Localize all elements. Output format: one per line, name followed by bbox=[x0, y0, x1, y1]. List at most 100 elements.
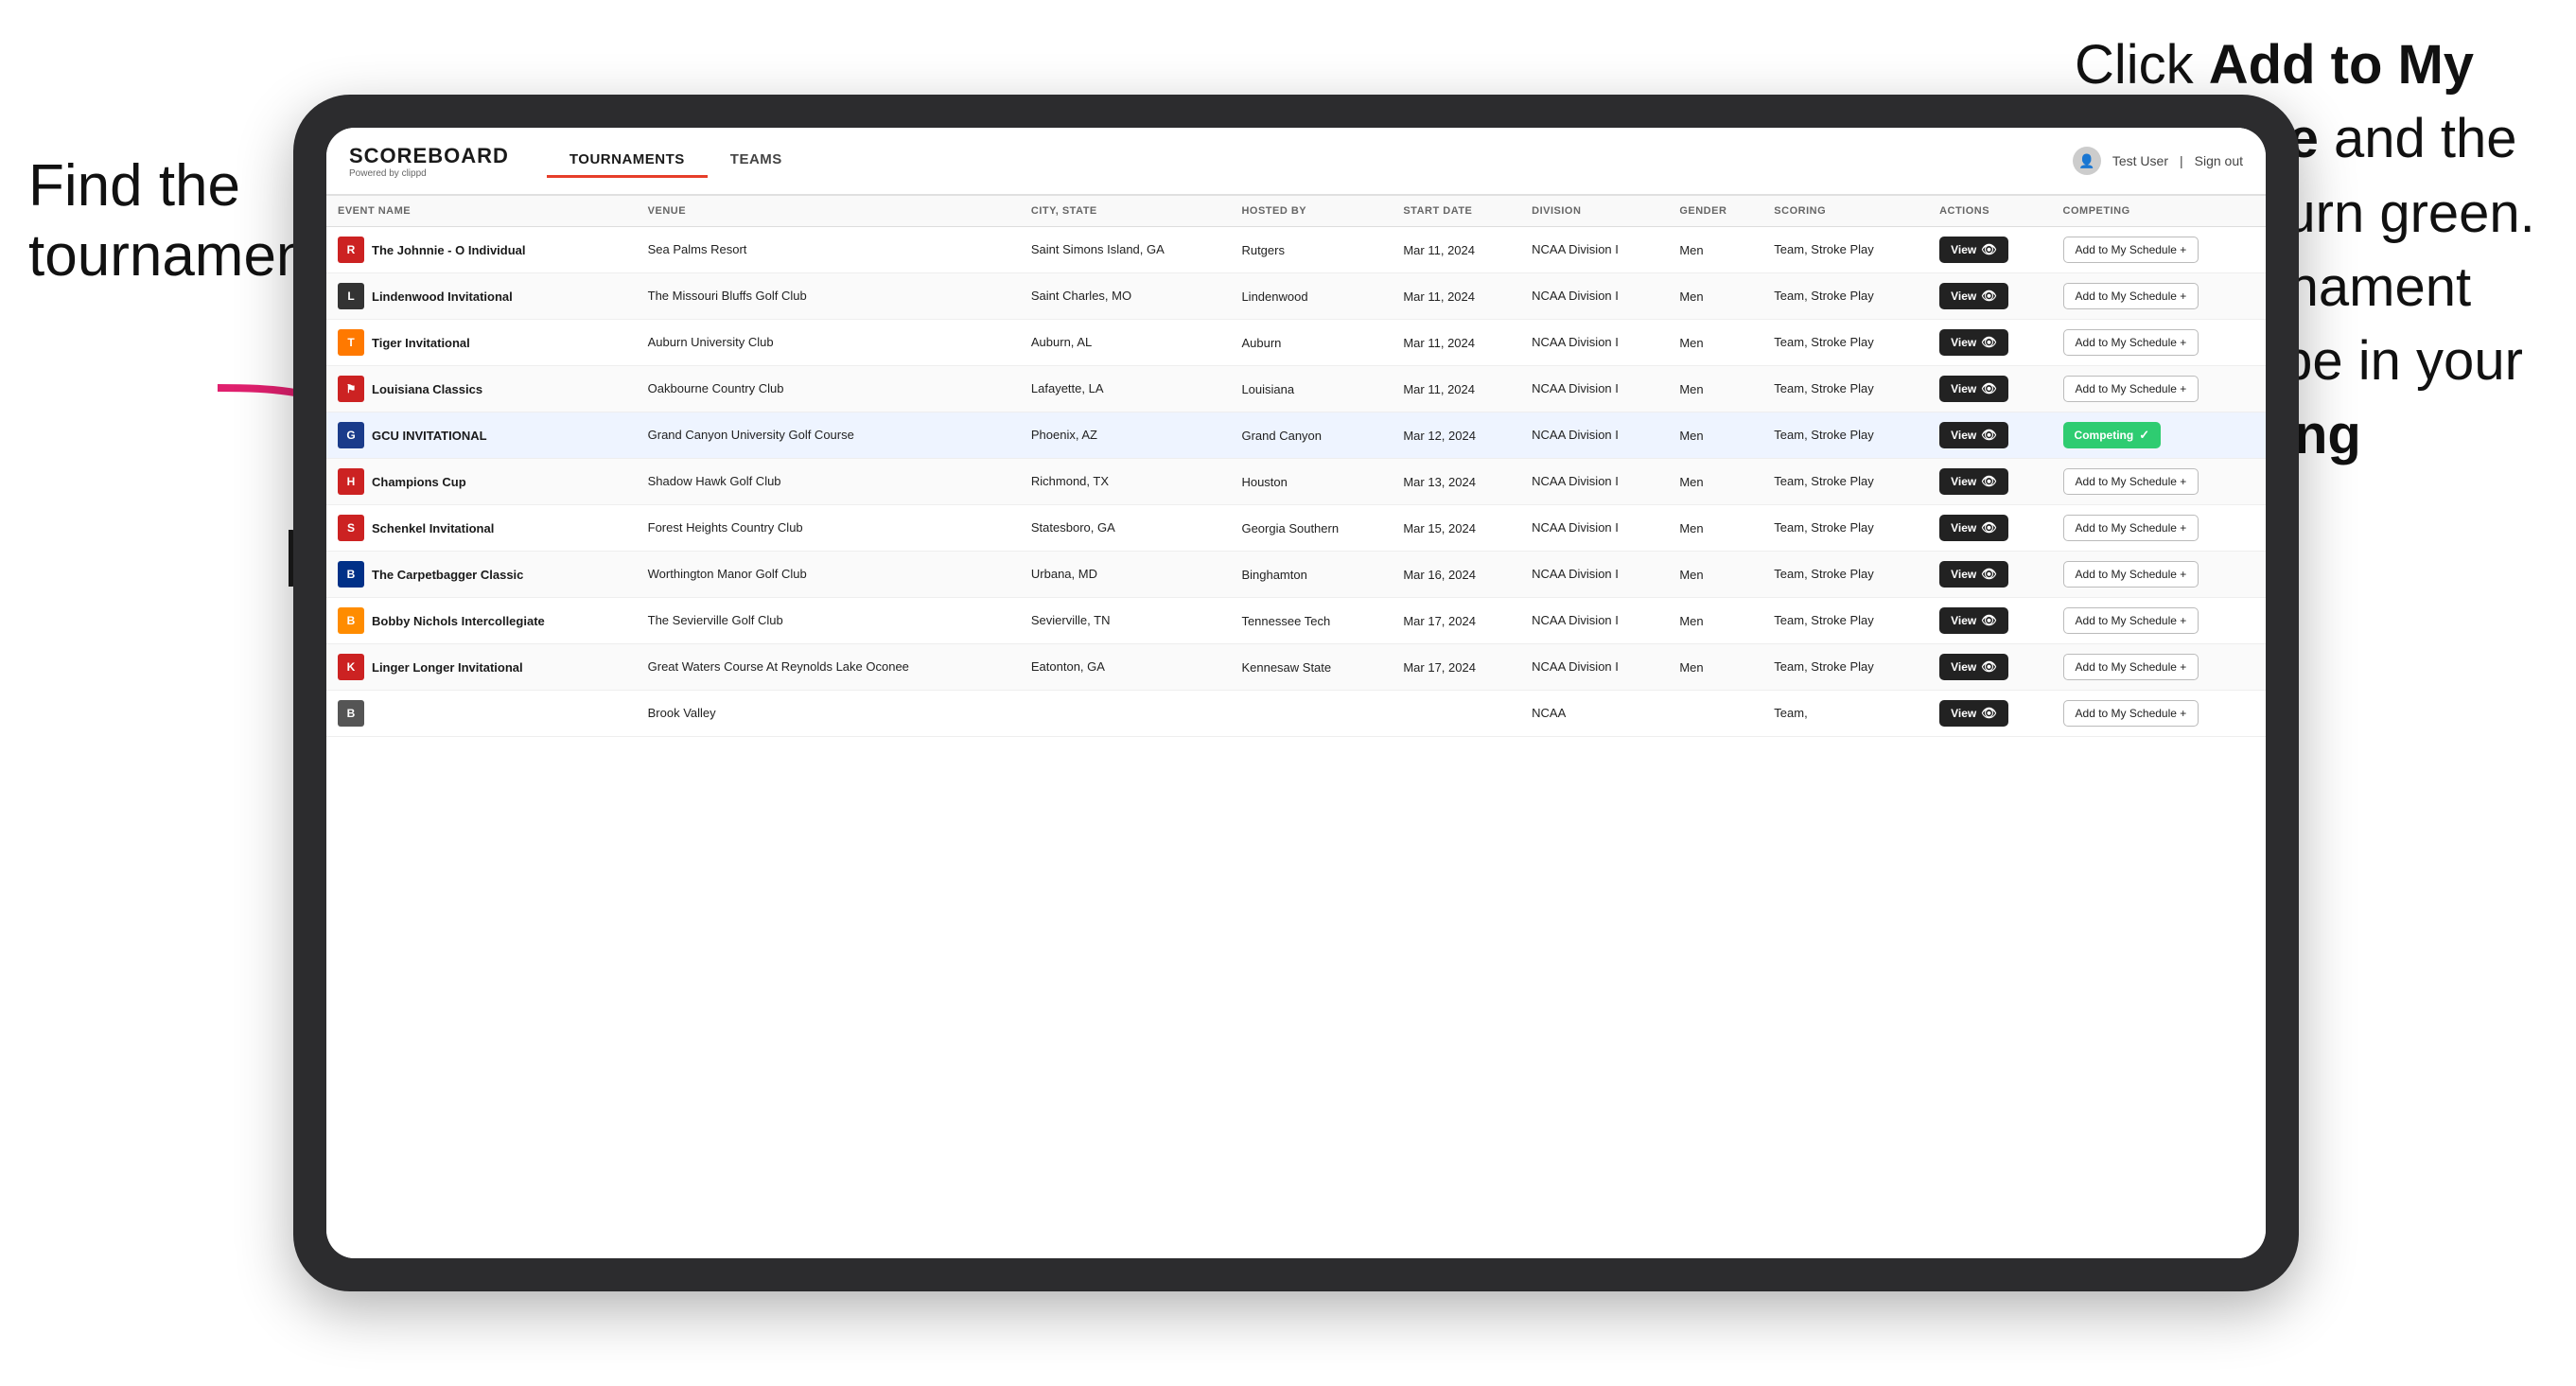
add-to-schedule-button[interactable]: Add to My Schedule + bbox=[2063, 561, 2199, 588]
division-cell: NCAA Division I bbox=[1520, 273, 1668, 320]
table-row: R The Johnnie - O Individual Sea Palms R… bbox=[326, 227, 2266, 273]
col-gender: GENDER bbox=[1668, 196, 1762, 227]
city-state-cell: Urbana, MD bbox=[1020, 552, 1231, 598]
gender-cell: Men bbox=[1668, 459, 1762, 505]
add-to-schedule-button[interactable]: Add to My Schedule + bbox=[2063, 700, 2199, 727]
actions-cell: View 👁 bbox=[1928, 459, 2051, 505]
view-button[interactable]: View 👁 bbox=[1939, 561, 2008, 588]
scoring-cell: Team, Stroke Play bbox=[1762, 412, 1928, 459]
event-name-cell-0: R The Johnnie - O Individual bbox=[326, 227, 637, 273]
eye-icon: 👁 bbox=[1981, 567, 1997, 582]
view-button[interactable]: View 👁 bbox=[1939, 283, 2008, 309]
view-button[interactable]: View 👁 bbox=[1939, 700, 2008, 727]
event-name-cell-2: T Tiger Invitational bbox=[326, 320, 637, 366]
city-state-cell: Richmond, TX bbox=[1020, 459, 1231, 505]
city-state-cell bbox=[1020, 691, 1231, 737]
view-button[interactable]: View 👁 bbox=[1939, 515, 2008, 541]
event-name-text: GCU INVITATIONAL bbox=[372, 429, 487, 443]
view-button[interactable]: View 👁 bbox=[1939, 468, 2008, 495]
scoring-cell: Team, Stroke Play bbox=[1762, 459, 1928, 505]
table-header-row: EVENT NAME VENUE CITY, STATE HOSTED BY S… bbox=[326, 196, 2266, 227]
city-state-cell: Saint Charles, MO bbox=[1020, 273, 1231, 320]
view-button[interactable]: View 👁 bbox=[1939, 237, 2008, 263]
event-name-cell-5: H Champions Cup bbox=[326, 459, 637, 505]
hosted-by-cell: Tennessee Tech bbox=[1230, 598, 1392, 644]
view-button[interactable]: View 👁 bbox=[1939, 654, 2008, 680]
eye-icon: 👁 bbox=[1981, 289, 1997, 304]
eye-icon: 👁 bbox=[1981, 335, 1997, 350]
eye-icon: 👁 bbox=[1981, 242, 1997, 257]
hosted-by-cell: Lindenwood bbox=[1230, 273, 1392, 320]
table-row: S Schenkel Invitational Forest Heights C… bbox=[326, 505, 2266, 552]
start-date-cell: Mar 17, 2024 bbox=[1392, 644, 1520, 691]
add-to-schedule-button[interactable]: Add to My Schedule + bbox=[2063, 468, 2199, 495]
division-cell: NCAA Division I bbox=[1520, 412, 1668, 459]
view-button[interactable]: View 👁 bbox=[1939, 376, 2008, 402]
city-state-cell: Lafayette, LA bbox=[1020, 366, 1231, 412]
view-button[interactable]: View 👁 bbox=[1939, 422, 2008, 448]
gender-cell: Men bbox=[1668, 644, 1762, 691]
user-avatar-icon: 👤 bbox=[2073, 147, 2101, 175]
scoring-cell: Team, Stroke Play bbox=[1762, 552, 1928, 598]
scoring-cell: Team, bbox=[1762, 691, 1928, 737]
tablet-screen: SCOREBOARD Powered by clippd TOURNAMENTS… bbox=[326, 128, 2266, 1258]
division-cell: NCAA bbox=[1520, 691, 1668, 737]
team-logo: L bbox=[338, 283, 364, 309]
tablet-frame: SCOREBOARD Powered by clippd TOURNAMENTS… bbox=[293, 95, 2299, 1291]
logo-title: SCOREBOARD bbox=[349, 144, 509, 168]
team-logo: H bbox=[338, 468, 364, 495]
table-container: EVENT NAME VENUE CITY, STATE HOSTED BY S… bbox=[326, 196, 2266, 1258]
eye-icon: 👁 bbox=[1981, 381, 1997, 396]
tab-teams[interactable]: TEAMS bbox=[708, 144, 805, 178]
city-state-cell: Statesboro, GA bbox=[1020, 505, 1231, 552]
start-date-cell: Mar 16, 2024 bbox=[1392, 552, 1520, 598]
team-logo: S bbox=[338, 515, 364, 541]
division-cell: NCAA Division I bbox=[1520, 598, 1668, 644]
signout-link[interactable]: Sign out bbox=[2195, 153, 2243, 168]
start-date-cell: Mar 17, 2024 bbox=[1392, 598, 1520, 644]
city-state-cell: Eatonton, GA bbox=[1020, 644, 1231, 691]
competing-cell: Add to My Schedule + bbox=[2052, 227, 2266, 273]
col-city-state: CITY, STATE bbox=[1020, 196, 1231, 227]
view-button[interactable]: View 👁 bbox=[1939, 329, 2008, 356]
table-row: T Tiger Invitational Auburn University C… bbox=[326, 320, 2266, 366]
division-cell: NCAA Division I bbox=[1520, 644, 1668, 691]
hosted-by-cell: Auburn bbox=[1230, 320, 1392, 366]
view-button[interactable]: View 👁 bbox=[1939, 607, 2008, 634]
add-to-schedule-button[interactable]: Add to My Schedule + bbox=[2063, 515, 2199, 541]
tab-tournaments[interactable]: TOURNAMENTS bbox=[547, 144, 708, 178]
gender-cell: Men bbox=[1668, 320, 1762, 366]
competing-cell: Add to My Schedule + bbox=[2052, 644, 2266, 691]
col-hosted-by: HOSTED BY bbox=[1230, 196, 1392, 227]
hosted-by-cell: Houston bbox=[1230, 459, 1392, 505]
table-row: B Brook ValleyNCAATeam,View 👁Add to My S… bbox=[326, 691, 2266, 737]
add-to-schedule-button[interactable]: Add to My Schedule + bbox=[2063, 376, 2199, 402]
annotation-left-line1: Find the bbox=[28, 153, 240, 219]
add-to-schedule-button[interactable]: Add to My Schedule + bbox=[2063, 654, 2199, 680]
scoring-cell: Team, Stroke Play bbox=[1762, 644, 1928, 691]
eye-icon: 👁 bbox=[1981, 474, 1997, 489]
gender-cell: Men bbox=[1668, 273, 1762, 320]
gender-cell: Men bbox=[1668, 366, 1762, 412]
gender-cell: Men bbox=[1668, 412, 1762, 459]
event-name-text: The Carpetbagger Classic bbox=[372, 568, 523, 582]
start-date-cell: Mar 11, 2024 bbox=[1392, 366, 1520, 412]
competing-cell: Add to My Schedule + bbox=[2052, 552, 2266, 598]
team-logo: B bbox=[338, 607, 364, 634]
venue-cell: Great Waters Course At Reynolds Lake Oco… bbox=[637, 644, 1020, 691]
event-name-cell-9: K Linger Longer Invitational bbox=[326, 644, 637, 691]
add-to-schedule-button[interactable]: Add to My Schedule + bbox=[2063, 607, 2199, 634]
city-state-cell: Saint Simons Island, GA bbox=[1020, 227, 1231, 273]
team-logo: T bbox=[338, 329, 364, 356]
add-to-schedule-button[interactable]: Add to My Schedule + bbox=[2063, 329, 2199, 356]
competing-cell: Competing ✓ bbox=[2052, 412, 2266, 459]
add-to-schedule-button[interactable]: Add to My Schedule + bbox=[2063, 283, 2199, 309]
start-date-cell: Mar 11, 2024 bbox=[1392, 227, 1520, 273]
team-logo: G bbox=[338, 422, 364, 448]
venue-cell: The Sevierville Golf Club bbox=[637, 598, 1020, 644]
hosted-by-cell: Louisiana bbox=[1230, 366, 1392, 412]
table-row: L Lindenwood Invitational The Missouri B… bbox=[326, 273, 2266, 320]
event-name-cell-7: B The Carpetbagger Classic bbox=[326, 552, 637, 598]
competing-button[interactable]: Competing ✓ bbox=[2063, 422, 2162, 448]
add-to-schedule-button[interactable]: Add to My Schedule + bbox=[2063, 237, 2199, 263]
